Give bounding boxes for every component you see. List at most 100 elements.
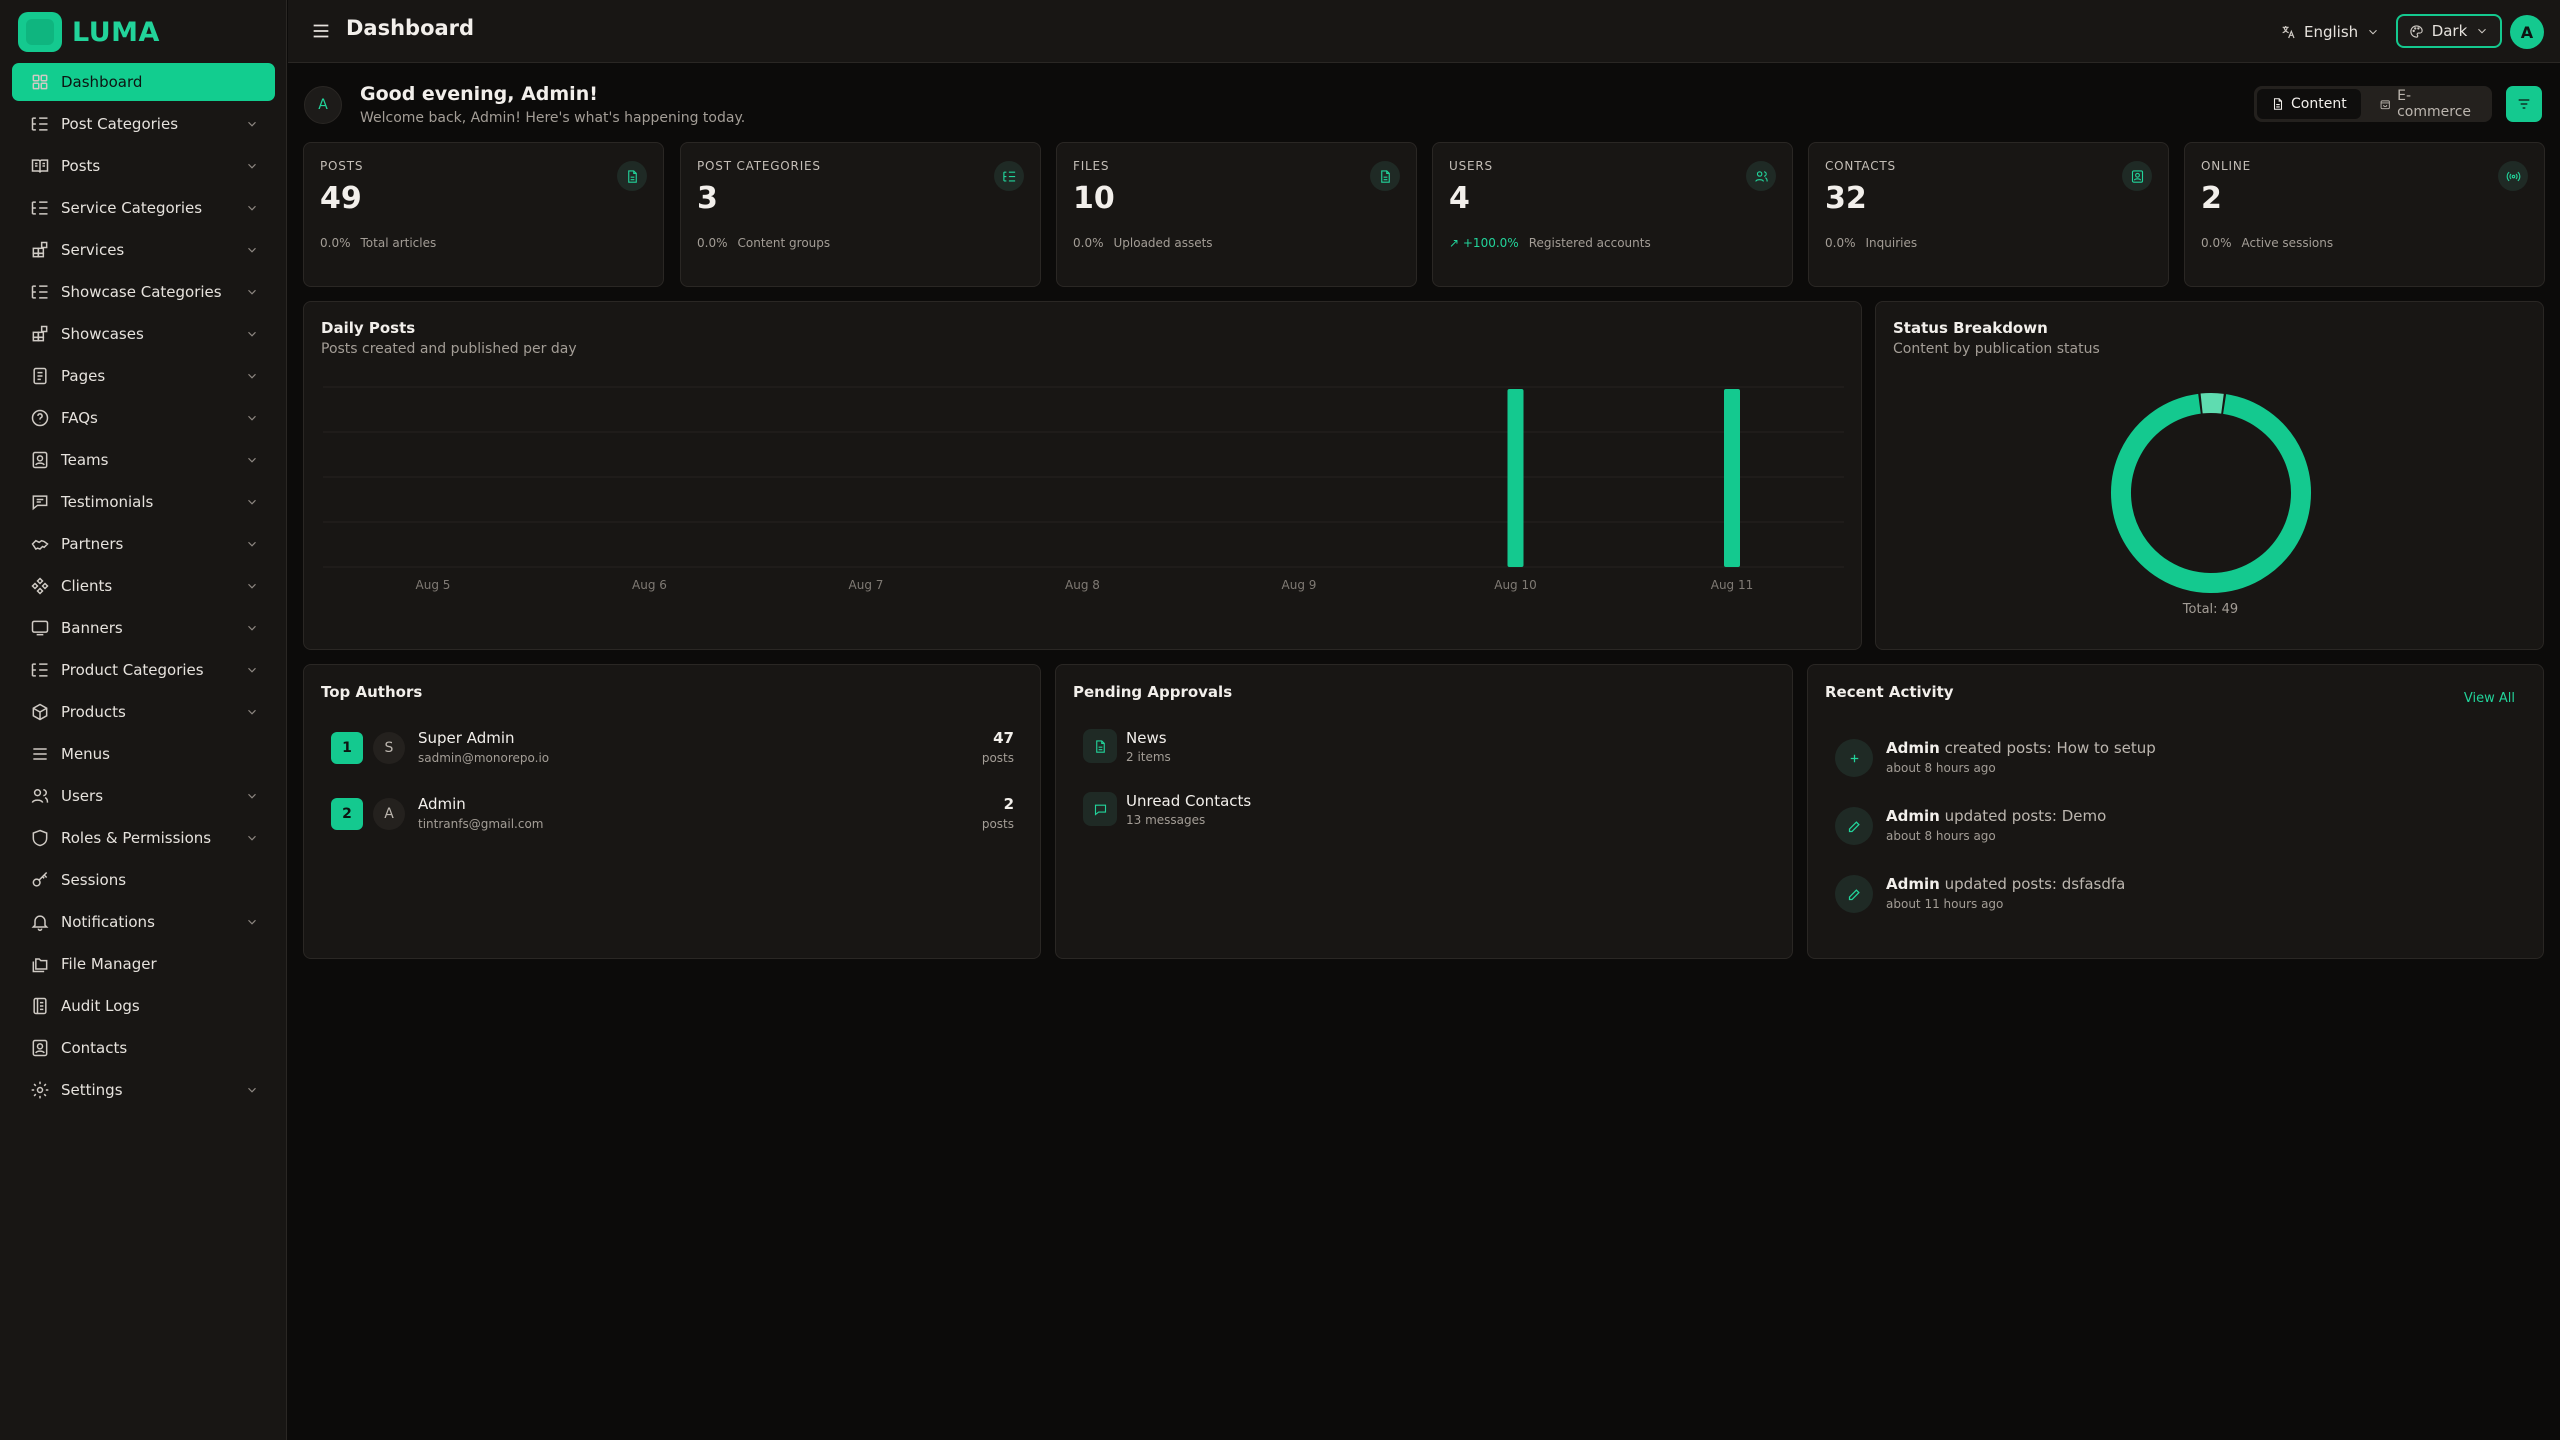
sidebar-item-label: Product Categories [61, 661, 204, 679]
chevron-down-icon[interactable] [245, 453, 259, 467]
sidebar-item-label: Notifications [61, 913, 155, 931]
chevron-down-icon[interactable] [245, 369, 259, 383]
donut-slice-1[interactable] [2200, 393, 2224, 414]
sidebar-item-label: Users [61, 787, 104, 805]
brand[interactable]: LUMA [18, 12, 160, 52]
activity-icon [1835, 739, 1873, 777]
stat-value: 4 [1449, 181, 1470, 216]
tab-ecommerce[interactable]: E-commerce [2365, 88, 2489, 120]
chevron-down-icon[interactable] [245, 159, 259, 173]
top-authors-card: Top Authors 1 S Super Admin sadmin@monor… [303, 664, 1041, 959]
chevron-down-icon[interactable] [245, 1083, 259, 1097]
sidebar-nav: Dashboard Post Categories Posts Service Cat… [12, 63, 275, 1113]
sidebar-item-services[interactable]: Services [12, 231, 275, 269]
sidebar-item-pages[interactable]: Pages [12, 357, 275, 395]
bell-icon [31, 915, 49, 932]
document-icon [1380, 169, 1390, 183]
stat-value: 10 [1073, 181, 1115, 216]
pending-item-title[interactable]: News [1126, 729, 1167, 747]
sidebar-item-product-categories[interactable]: Product Categories [12, 651, 275, 689]
sidebar-item-contacts[interactable]: Contacts [12, 1029, 275, 1067]
author-avatar: A [373, 798, 405, 830]
tab-content[interactable]: Content [2257, 89, 2361, 119]
sidebar-item-showcases[interactable]: Showcases [12, 315, 275, 353]
chevron-down-icon[interactable] [245, 327, 259, 341]
sidebar-item-teams[interactable]: Teams [12, 441, 275, 479]
chevron-down-icon[interactable] [245, 537, 259, 551]
filter-button[interactable] [2506, 86, 2542, 122]
author-name[interactable]: Super Admin [418, 729, 515, 747]
sidebar-item-testimonials[interactable]: Testimonials [12, 483, 275, 521]
activity-action: created posts: How to setup [1939, 739, 2156, 757]
chevron-down-icon[interactable] [245, 411, 259, 425]
pending-item-title[interactable]: Unread Contacts [1126, 792, 1251, 810]
language-label: English [2304, 23, 2359, 41]
activity-actor: Admin [1886, 807, 1940, 825]
sidebar-item-service-categories[interactable]: Service Categories [12, 189, 275, 227]
sidebar-item-faqs[interactable]: FAQs [12, 399, 275, 437]
chevron-down-icon[interactable] [245, 579, 259, 593]
activity-time: about 11 hours ago [1886, 897, 2004, 911]
chevron-down-icon[interactable] [245, 621, 259, 635]
sidebar-item-clients[interactable]: Clients [12, 567, 275, 605]
sidebar-item-roles-and-permissions[interactable]: Roles & Permissions [12, 819, 275, 857]
bar-aug-11[interactable] [1724, 389, 1740, 567]
chevron-down-icon[interactable] [245, 789, 259, 803]
user-avatar[interactable]: A [2510, 15, 2544, 49]
chevron-down-icon[interactable] [245, 495, 259, 509]
sidebar-item-menus[interactable]: Menus [12, 735, 275, 773]
chevron-down-icon [2369, 29, 2378, 35]
stat-card-posts: POSTS 49 0.0% Total articles [303, 142, 664, 287]
sidebar-item-label: Posts [61, 157, 101, 175]
sidebar-item-posts[interactable]: Posts [12, 147, 275, 185]
chevron-down-icon[interactable] [245, 705, 259, 719]
chevron-down-icon[interactable] [245, 831, 259, 845]
stat-delta: 0.0% [2201, 236, 2232, 250]
x-tick-label: Aug 8 [1065, 578, 1100, 592]
sidebar-item-notifications[interactable]: Notifications [12, 903, 275, 941]
sidebar-item-label: Menus [61, 745, 110, 763]
page-title: Dashboard [346, 16, 475, 40]
sidebar-item-post-categories[interactable]: Post Categories [12, 105, 275, 143]
author-post-unit: posts [981, 751, 1014, 765]
sidebar-item-products[interactable]: Products [12, 693, 275, 731]
sidebar-item-audit-logs[interactable]: Audit Logs [12, 987, 275, 1025]
stat-footer: ↗ +100.0% Registered accounts [1449, 236, 1651, 250]
sidebar-item-label: Clients [61, 577, 113, 595]
greeting-avatar: A [304, 86, 342, 124]
chevron-down-icon[interactable] [245, 915, 259, 929]
bar-aug-10[interactable] [1507, 389, 1524, 567]
sidebar-item-sessions[interactable]: Sessions [12, 861, 275, 899]
theme-selector[interactable]: Dark [2396, 14, 2502, 48]
menu-toggle-button[interactable] [310, 20, 332, 42]
sidebar-item-settings[interactable]: Settings [12, 1071, 275, 1109]
sidebar-item-dashboard[interactable]: Dashboard [12, 63, 275, 101]
sidebar-item-label: Showcase Categories [61, 283, 222, 301]
sidebar-item-showcase-categories[interactable]: Showcase Categories [12, 273, 275, 311]
chevron-down-icon[interactable] [245, 285, 259, 299]
sidebar-item-users[interactable]: Users [12, 777, 275, 815]
diamond-grid-icon [31, 577, 49, 595]
author-name[interactable]: Admin [418, 795, 466, 813]
donut-total-label: Total: 49 [2182, 602, 2239, 617]
status-donut-chart [2111, 393, 2311, 593]
sidebar-item-partners[interactable]: Partners [12, 525, 275, 563]
blocks-icon [32, 241, 48, 258]
chevron-down-icon[interactable] [245, 201, 259, 215]
view-all-link[interactable]: View All [2464, 691, 2515, 706]
stat-delta: 0.0% [1825, 236, 1856, 250]
list-tree-icon [31, 285, 48, 299]
brand-logo-icon [18, 12, 62, 52]
sidebar-item-banners[interactable]: Banners [12, 609, 275, 647]
pending-approvals-card: Pending Approvals News 2 items Unread Co… [1055, 664, 1793, 959]
sidebar-item-file-manager[interactable]: File Manager [12, 945, 275, 983]
tab-content-label: Content [2291, 96, 2347, 112]
chevron-down-icon[interactable] [245, 663, 259, 677]
chevron-down-icon[interactable] [245, 243, 259, 257]
stat-icon [2122, 161, 2152, 191]
chevron-down-icon[interactable] [245, 117, 259, 131]
donut-slice-0[interactable] [2111, 393, 2311, 593]
language-selector[interactable]: English [2280, 18, 2380, 46]
stat-delta-value: 0.0% [1073, 236, 1104, 250]
status-breakdown-card: Status Breakdown Content by publication … [1875, 301, 2544, 650]
